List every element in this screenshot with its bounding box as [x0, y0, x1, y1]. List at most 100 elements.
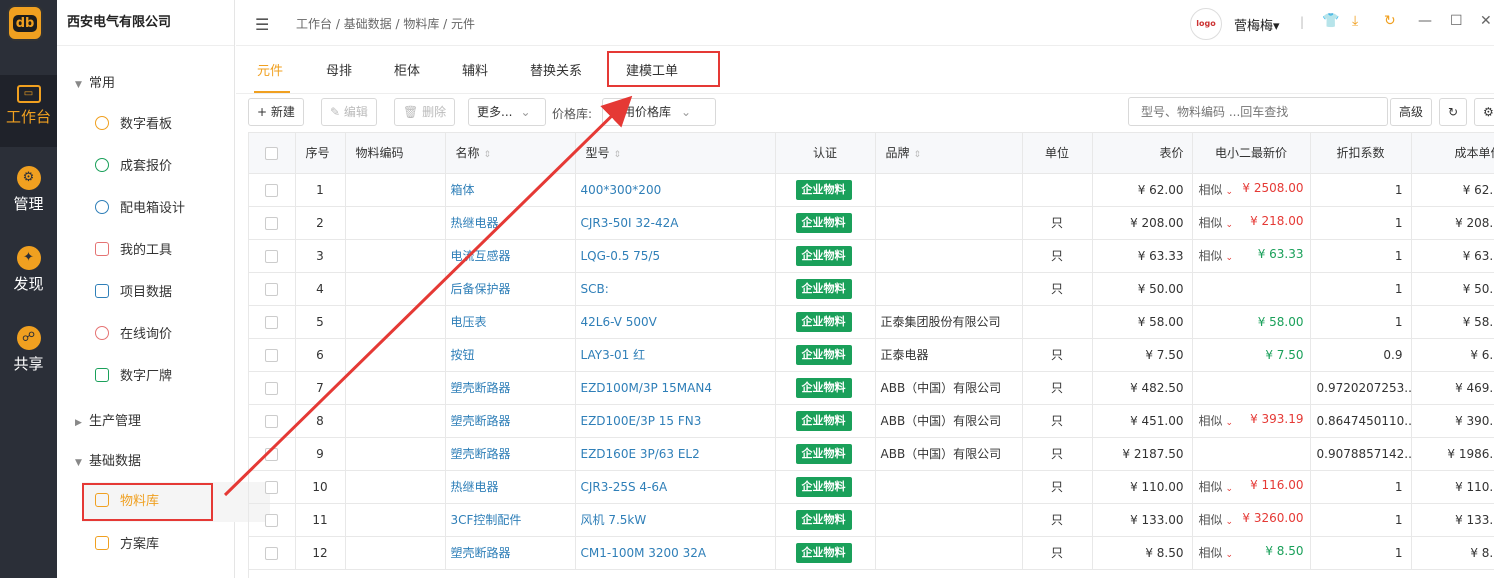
col-model[interactable]: 型号 ⇕	[575, 133, 776, 174]
row-checkbox[interactable]	[249, 239, 296, 273]
cell-model[interactable]: EZD160E 3P/63 EL2	[575, 437, 776, 471]
cell-model[interactable]: LQG-0.5 75/5	[575, 239, 776, 273]
table-row[interactable]: 6 按钮 LAY3-01 红企业物料 正泰电器只 ¥ 7.50 ¥ 7.50 0.9 ¥ 6.…	[249, 338, 1494, 372]
row-checkbox[interactable]	[249, 371, 296, 405]
similar-dropdown[interactable]: 相似 ⌄	[1199, 478, 1234, 495]
nav-item-inquiry[interactable]: 在线询价	[95, 325, 172, 345]
tab-component[interactable]: 元件	[257, 60, 283, 79]
rail-item-share[interactable]: ☍ 共享	[0, 326, 57, 374]
cell-name[interactable]: 塑壳断路器	[445, 536, 576, 570]
download-icon[interactable]: ⤓	[1352, 13, 1358, 29]
cell-model[interactable]: SCB:	[575, 272, 776, 306]
cell-name[interactable]: 后备保护器	[445, 272, 576, 306]
refresh-table-button[interactable]: ↻	[1439, 98, 1468, 126]
cell-name[interactable]: 塑壳断路器	[445, 371, 576, 405]
row-checkbox[interactable]	[249, 536, 296, 570]
table-row[interactable]: 8 塑壳断路器 EZD100E/3P 15 FN3 企业物料 ABB（中国）有限公司只 ¥…	[249, 404, 1494, 438]
cell-model[interactable]: 风机 7.5kW	[575, 503, 776, 537]
cell-model[interactable]: LAY3-01 红	[575, 338, 776, 372]
table-row[interactable]: 1 箱体 400*300*200 企业物料 ¥ 62.00 相似 ⌄ ¥ 2508.00 1 ¥ …	[249, 173, 1494, 207]
table-row[interactable]: 11 3CF控制配件 风机 7.5kW 企业物料只 ¥ 133.00 相似 ⌄ ¥ 3260.…	[249, 503, 1494, 537]
cell-model[interactable]: EZD100E/3P 15 FN3	[575, 404, 776, 438]
app-logo[interactable]: db	[7, 5, 43, 41]
cell-name[interactable]: 热继电器	[445, 470, 576, 504]
cell-model[interactable]: CJR3-25S 4-6A	[575, 470, 776, 504]
nav-group-production[interactable]: ▶ 生产管理	[75, 410, 141, 429]
cell-name[interactable]: 3CF控制配件	[445, 503, 576, 537]
tab-busbar[interactable]: 母排	[326, 60, 352, 79]
table-row[interactable]: 3 电流互感器 LQG-0.5 75/5 企业物料只 ¥ 63.33 相似 ⌄ ¥ 63.33…	[249, 239, 1494, 273]
similar-dropdown[interactable]: 相似 ⌄	[1199, 511, 1234, 528]
cell-model[interactable]: CJR3-50I 32-42A	[575, 206, 776, 240]
row-checkbox[interactable]	[249, 305, 296, 339]
cell-name[interactable]: 电流互感器	[445, 239, 576, 273]
cell-model[interactable]: EZD100M/3P 15MAN4	[575, 371, 776, 405]
nav-group-common[interactable]: ▼ 常用	[75, 72, 115, 91]
similar-dropdown[interactable]: 相似 ⌄	[1199, 214, 1234, 231]
table-row[interactable]: 5 电压表 42L6-V 500V 企业物料 正泰集团股份有限公司 ¥ 58.00 ¥ 58…	[249, 305, 1494, 339]
rail-item-discover[interactable]: ✦ 发现	[0, 246, 57, 294]
row-checkbox[interactable]	[249, 437, 296, 471]
cell-cert: 企业物料	[775, 338, 876, 372]
new-button[interactable]: + 新建	[248, 98, 304, 126]
nav-item-box-design[interactable]: 配电箱设计	[95, 199, 185, 219]
row-checkbox[interactable]	[249, 206, 296, 240]
cell-name[interactable]: 箱体	[445, 173, 576, 207]
table-row[interactable]: 4后备保护器SCB:企业物料只¥ 50.001¥ 50.00	[249, 272, 1494, 306]
row-checkbox[interactable]	[249, 338, 296, 372]
advanced-search-button[interactable]: 高级	[1390, 98, 1433, 126]
table-row[interactable]: 10 热继电器 CJR3-25S 4-6A 企业物料只 ¥ 110.00 相似 ⌄ ¥ 116…	[249, 470, 1494, 504]
more-dropdown[interactable]: 更多... ⌄	[468, 98, 546, 126]
close-icon[interactable]: ✕	[1480, 13, 1492, 29]
select-all-checkbox[interactable]	[249, 133, 296, 174]
avatar[interactable]: logo	[1190, 8, 1222, 40]
row-checkbox[interactable]	[249, 503, 296, 537]
refresh-icon[interactable]: ↻	[1384, 13, 1396, 29]
similar-dropdown[interactable]: 相似 ⌄	[1199, 247, 1234, 264]
row-checkbox[interactable]	[249, 470, 296, 504]
col-brand[interactable]: 品牌 ⇕	[875, 133, 1023, 174]
row-checkbox[interactable]	[249, 272, 296, 306]
col-name[interactable]: 名称 ⇕	[445, 133, 576, 174]
tab-auxiliary[interactable]: 辅料	[462, 60, 488, 79]
nav-item-quote[interactable]: 成套报价	[95, 157, 172, 177]
cell-name[interactable]: 塑壳断路器	[445, 437, 576, 471]
search-input[interactable]	[1128, 97, 1388, 126]
user-menu[interactable]: 菅梅梅▾	[1234, 15, 1280, 34]
nav-item-brand[interactable]: 数字厂牌	[95, 367, 172, 387]
cell-name[interactable]: 按钮	[445, 338, 576, 372]
table-row[interactable]: 7 塑壳断路器 EZD100M/3P 15MAN4 企业物料 ABB（中国）有限公司只 ¥…	[249, 371, 1494, 405]
nav-group-basic-data[interactable]: ▼ 基础数据	[75, 450, 141, 469]
table-row[interactable]: 12 塑壳断路器 CM1-100M 3200 32A 企业物料只 ¥ 8.50 相似 ⌄ ¥ …	[249, 536, 1494, 570]
table-row[interactable]: 2 热继电器 CJR3-50I 32-42A 企业物料只 ¥ 208.00 相似 ⌄ ¥ 21…	[249, 206, 1494, 240]
tab-cabinet[interactable]: 柜体	[394, 60, 420, 79]
settings-button[interactable]: ⚙	[1474, 98, 1494, 126]
rail-item-workbench[interactable]: ▭ 工作台	[0, 75, 57, 147]
tab-replacement[interactable]: 替换关系	[530, 60, 582, 79]
table-row[interactable]: 9 塑壳断路器 EZD160E 3P/63 EL2 企业物料 ABB（中国）有限公司只 ¥…	[249, 437, 1494, 471]
similar-dropdown[interactable]: 相似 ⌄	[1199, 412, 1234, 429]
nav-item-my-tools[interactable]: 我的工具	[95, 241, 172, 261]
cell-model[interactable]: 400*300*200	[575, 173, 776, 207]
shirt-icon[interactable]: 👕	[1322, 13, 1339, 29]
row-checkbox[interactable]	[249, 173, 296, 207]
nav-item-project-data[interactable]: 项目数据	[95, 283, 172, 303]
similar-dropdown[interactable]: 相似 ⌄	[1199, 181, 1234, 198]
cell-model[interactable]: CM1-100M 3200 32A	[575, 536, 776, 570]
rail-item-manage[interactable]: ⚙ 管理	[0, 166, 57, 214]
cell-name[interactable]: 电压表	[445, 305, 576, 339]
delete-button[interactable]: 🗑 删除	[394, 98, 456, 126]
edit-button[interactable]: ✎ 编辑	[321, 98, 377, 126]
menu-toggle-icon[interactable]: ☰	[255, 15, 269, 34]
row-checkbox[interactable]	[249, 404, 296, 438]
price-library-select[interactable]: 通用价格库 ⌄	[602, 98, 716, 126]
cell-model[interactable]: 42L6-V 500V	[575, 305, 776, 339]
maximize-icon[interactable]: ☐	[1450, 13, 1463, 29]
similar-dropdown[interactable]: 相似 ⌄	[1199, 544, 1234, 561]
minimize-icon[interactable]: —	[1418, 13, 1432, 29]
caret-right-icon: ▶	[75, 418, 82, 428]
cell-name[interactable]: 塑壳断路器	[445, 404, 576, 438]
nav-item-scheme-library[interactable]: 方案库	[95, 535, 159, 555]
nav-item-dashboard[interactable]: 数字看板	[95, 115, 172, 135]
cell-name[interactable]: 热继电器	[445, 206, 576, 240]
